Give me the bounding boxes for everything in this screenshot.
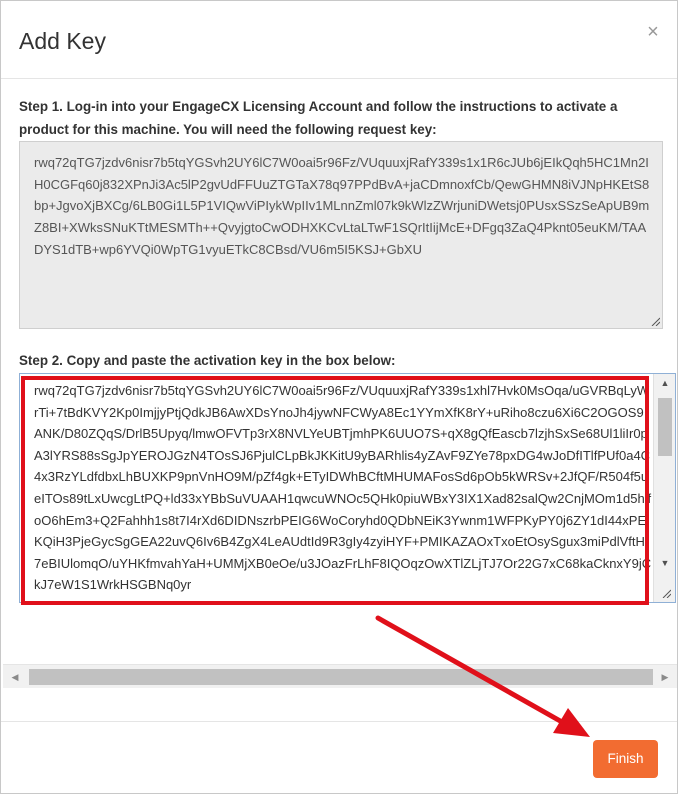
resize-grip-icon[interactable] xyxy=(661,588,671,598)
resize-grip-icon[interactable] xyxy=(650,316,660,326)
add-key-dialog: Add Key × Step 1. Log-in into your Engag… xyxy=(0,0,678,794)
request-key-textarea[interactable]: rwq72qTG7jzdv6nisr7b5tqYGSvh2UY6lC7W0oai… xyxy=(19,141,663,329)
scroll-down-icon[interactable]: ▼ xyxy=(654,556,675,570)
dialog-title: Add Key xyxy=(19,28,106,54)
scroll-up-icon[interactable]: ▲ xyxy=(654,376,675,390)
finish-button[interactable]: Finish xyxy=(593,740,658,778)
dialog-horizontal-scrollbar[interactable]: ◀ ▶ xyxy=(3,664,677,688)
step2-instructions: Step 2. Copy and paste the activation ke… xyxy=(19,353,396,368)
dialog-header: Add Key × xyxy=(1,1,677,79)
scroll-left-icon[interactable]: ◀ xyxy=(5,665,25,689)
activation-key-textarea[interactable]: rwq72qTG7jzdv6nisr7b5tqYGSvh2UY6lC7W0oai… xyxy=(19,373,676,603)
step1-instructions: Step 1. Log-in into your EngageCX Licens… xyxy=(19,99,618,137)
close-icon[interactable]: × xyxy=(644,21,662,43)
footer-divider xyxy=(1,721,677,722)
horizontal-scroll-thumb[interactable] xyxy=(29,669,653,685)
activation-vertical-scrollbar[interactable]: ▲ ▼ xyxy=(653,374,675,602)
request-key-text: rwq72qTG7jzdv6nisr7b5tqYGSvh2UY6lC7W0oai… xyxy=(34,155,650,257)
scroll-right-icon[interactable]: ▶ xyxy=(655,665,675,689)
vertical-scroll-thumb[interactable] xyxy=(658,398,672,456)
activation-key-text: rwq72qTG7jzdv6nisr7b5tqYGSvh2UY6lC7W0oai… xyxy=(34,383,652,593)
